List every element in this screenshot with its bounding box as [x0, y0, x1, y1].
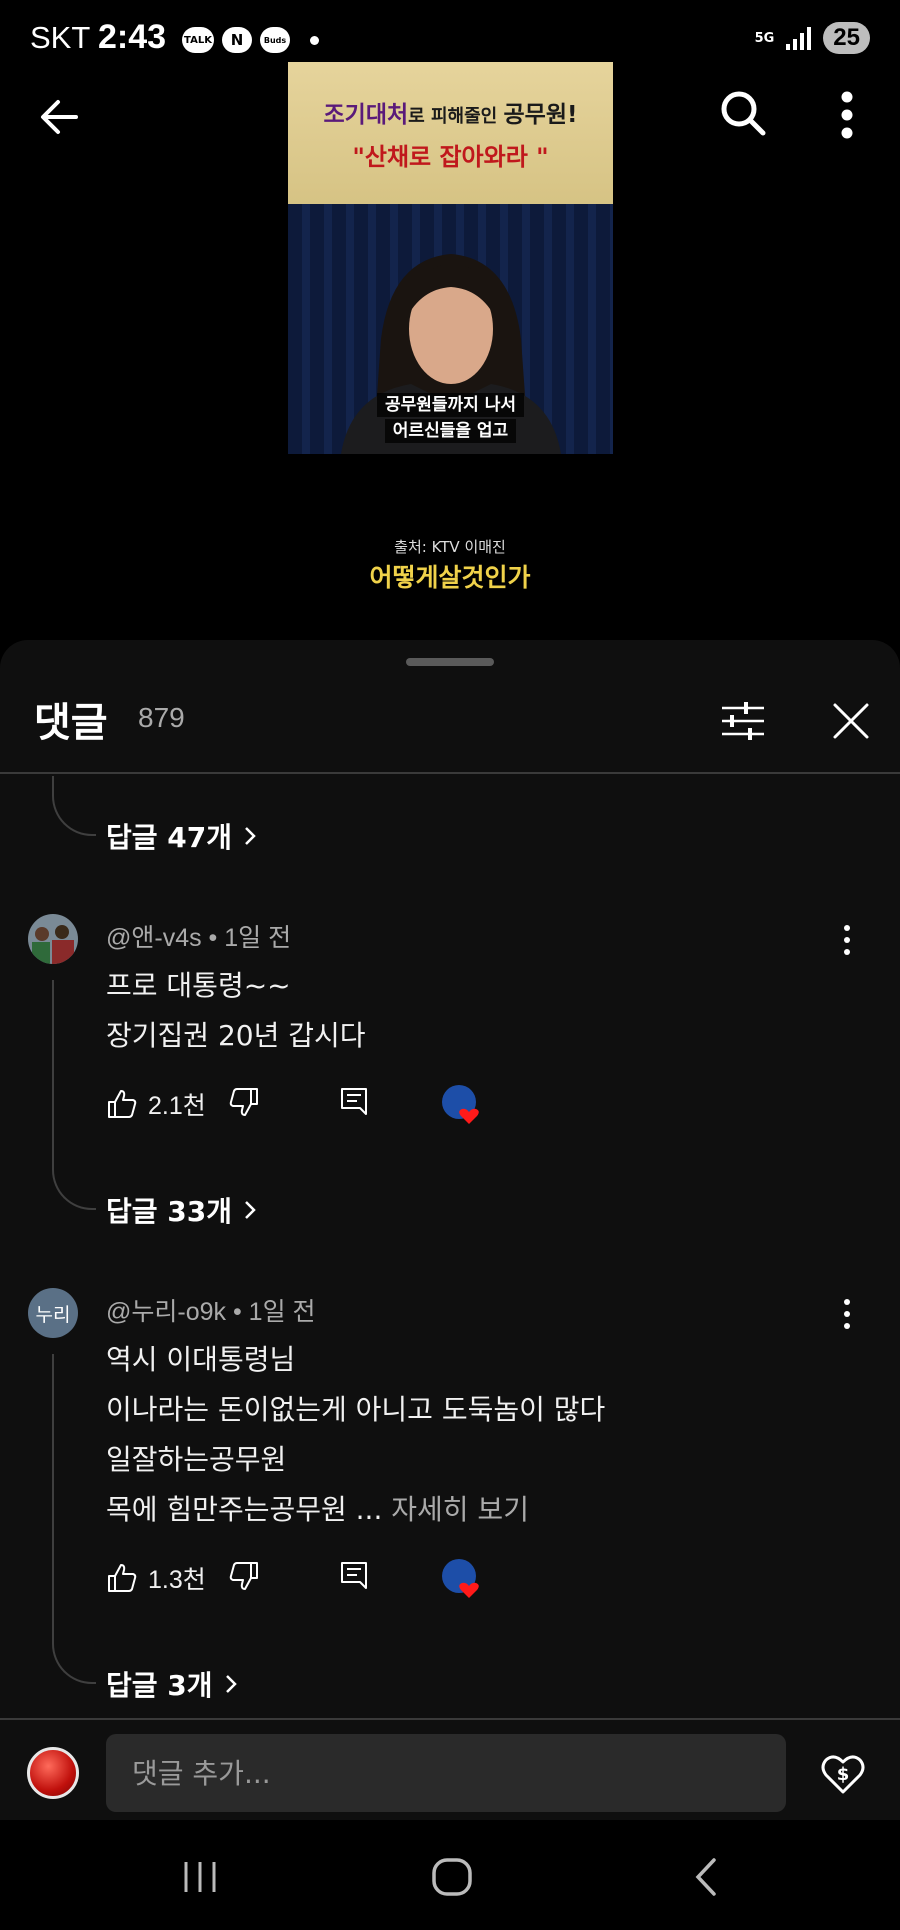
system-nav-bar [0, 1826, 900, 1930]
replies-label: 답글 3개 [106, 1669, 213, 1702]
nav-back-button[interactable] [676, 1852, 736, 1902]
naver-icon: N [222, 27, 252, 53]
reply-comment-icon [341, 1562, 367, 1589]
chevron-right-icon [245, 827, 256, 845]
close-icon [833, 703, 869, 739]
dislike-button[interactable] [228, 1560, 260, 1592]
replies-label: 답글 47개 [106, 821, 232, 854]
thumbs-up-icon [108, 1090, 137, 1118]
more-options-button[interactable] [820, 88, 874, 142]
avatar[interactable]: 누리 [28, 1288, 78, 1338]
video-title-line2: "산채로 잡아와라 " [352, 142, 549, 171]
comment-author-line: @앤-v4s • 1일 전 [106, 924, 292, 952]
read-more-link[interactable]: 자세히 보기 [391, 1493, 529, 1526]
view-replies-link[interactable]: 답글 47개 [106, 816, 258, 856]
comment-more-button[interactable] [832, 920, 862, 960]
view-replies-link[interactable]: 답글 3개 [106, 1664, 239, 1704]
signal-icon [786, 26, 812, 50]
thread-connector [52, 980, 96, 1210]
comment-text: 역시 이대통령님 [106, 1343, 296, 1376]
comment-count: 879 [138, 702, 185, 733]
channel-watermark: 어떻게살것인가 [369, 563, 531, 592]
kakaotalk-icon: TALK [182, 27, 214, 53]
like-button[interactable]: 1.3천 [106, 1560, 206, 1596]
user-avatar [27, 1747, 79, 1799]
super-thanks-button[interactable]: $ [818, 1748, 868, 1798]
avatar[interactable] [28, 914, 78, 964]
search-button[interactable] [718, 88, 768, 138]
group-photo-avatar [28, 914, 78, 964]
thumbs-down-icon [229, 1088, 258, 1116]
search-icon [721, 91, 766, 136]
like-button[interactable]: 2.1천 [106, 1086, 206, 1122]
reply-comment-icon [341, 1088, 367, 1115]
input-divider [0, 1718, 900, 1720]
comment-author[interactable]: @누리-o9k [106, 1298, 226, 1326]
arrow-left-icon [41, 100, 78, 134]
video-source-label: 출처: KTV 이매진 [394, 538, 506, 556]
avatar-text: 누리 [35, 1303, 71, 1326]
reply-button[interactable] [338, 1560, 370, 1592]
recent-apps-button[interactable] [170, 1852, 230, 1902]
comment-time: 1일 전 [248, 1298, 316, 1326]
notification-dot-icon [310, 36, 319, 45]
video-caption: 공무원들까지 나서 어르신들을 업고 [288, 392, 613, 444]
creator-heart-icon [442, 1085, 479, 1124]
more-vertical-icon [844, 1299, 850, 1329]
back-chevron-icon [695, 1858, 716, 1896]
sliders-icon [722, 702, 764, 740]
video-scene: 공무원들까지 나서 어르신들을 업고 [288, 204, 613, 454]
video-title-banner: 조기대처로 피해줄인 공무원! "산채로 잡아와라 " [288, 62, 613, 204]
recent-apps-icon [184, 1862, 216, 1892]
clock: 2:43 [98, 18, 167, 56]
carrier-label: SKT [30, 20, 91, 55]
comment-text: 목에 힘만주는공무원 ... 자세히 보기 [106, 1493, 529, 1526]
sheet-title: 댓글 [34, 700, 108, 746]
comment-text: 프로 대통령~~ [106, 969, 291, 1002]
chevron-right-icon [225, 1675, 237, 1693]
comment-time: 1일 전 [224, 924, 292, 952]
svg-text:$: $ [837, 1764, 850, 1785]
home-button[interactable] [422, 1852, 482, 1902]
comment-more-button[interactable] [832, 1294, 862, 1334]
buds-icon: Buds [260, 27, 290, 53]
thumbs-down-icon [229, 1562, 258, 1590]
battery-icon: 25 [823, 22, 870, 54]
video-title-line1: 조기대처로 피해줄인 공무원! [323, 101, 578, 128]
dislike-button[interactable] [228, 1086, 260, 1118]
more-vertical-icon [844, 925, 850, 955]
like-count: 1.3천 [148, 1566, 206, 1594]
drag-handle[interactable] [406, 658, 494, 666]
comment-text: 이나라는 돈이없는게 아니고 도둑놈이 많다 [106, 1393, 606, 1426]
heart-dollar-icon: $ [821, 1755, 865, 1794]
comment-text: 장기집권 20년 갑시다 [106, 1019, 366, 1052]
view-replies-link[interactable]: 답글 33개 [106, 1190, 258, 1230]
creator-heart-icon [442, 1559, 479, 1598]
comment-author-line: @누리-o9k • 1일 전 [106, 1298, 316, 1326]
close-button[interactable] [826, 696, 876, 746]
add-comment-input[interactable] [106, 1734, 786, 1812]
back-button[interactable] [36, 92, 86, 142]
thread-connector [52, 1354, 96, 1684]
sort-filter-button[interactable] [718, 696, 768, 746]
comment-author[interactable]: @앤-v4s [106, 924, 202, 952]
comment-text: 일잘하는공무원 [106, 1443, 287, 1476]
home-icon [432, 1858, 472, 1896]
thumbs-up-icon [108, 1564, 137, 1592]
chevron-right-icon [245, 1201, 256, 1219]
replies-label: 답글 33개 [106, 1195, 232, 1228]
more-vertical-icon [841, 91, 853, 139]
video-player[interactable]: 조기대처로 피해줄인 공무원! "산채로 잡아와라 " 공무원들까지 나서 어르신… [288, 62, 613, 454]
reply-button[interactable] [338, 1086, 370, 1118]
network-5g-icon: 5G [754, 30, 775, 46]
like-count: 2.1천 [148, 1092, 206, 1120]
header-divider [0, 772, 900, 774]
